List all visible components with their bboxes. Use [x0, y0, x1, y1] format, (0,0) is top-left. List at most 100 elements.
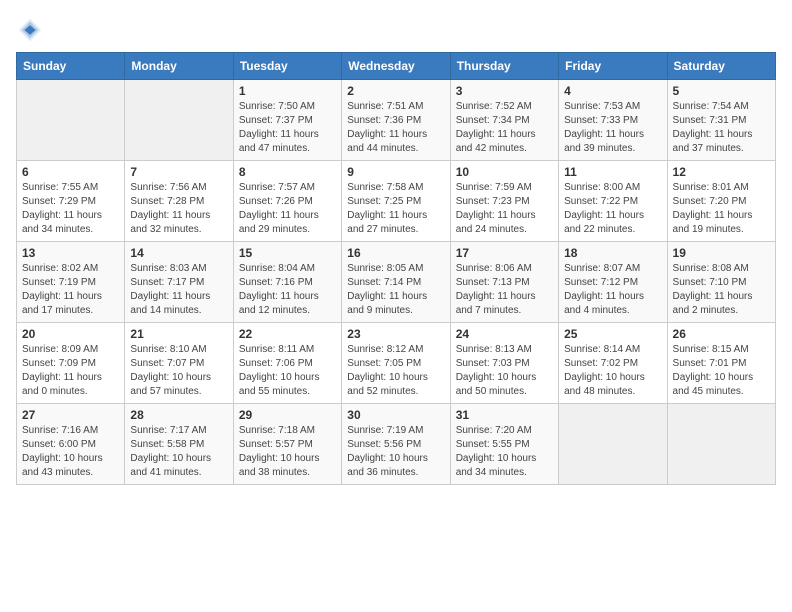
day-detail: Sunrise: 8:04 AM Sunset: 7:16 PM Dayligh…: [239, 262, 336, 318]
calendar-table: SundayMondayTuesdayWednesdayThursdayFrid…: [16, 52, 776, 485]
calendar-cell: 17 Sunrise: 8:06 AM Sunset: 7:13 PM Dayli…: [450, 242, 558, 323]
day-header-monday: Monday: [125, 53, 233, 80]
day-detail: Sunrise: 8:11 AM Sunset: 7:06 PM Dayligh…: [239, 343, 336, 399]
calendar-cell: 31 Sunrise: 7:20 AM Sunset: 5:55 PM Dayli…: [450, 404, 558, 485]
calendar-week-1: 1 Sunrise: 7:50 AM Sunset: 7:37 PM Daylig…: [17, 80, 776, 161]
day-detail: Sunrise: 7:19 AM Sunset: 5:56 PM Dayligh…: [347, 424, 444, 480]
calendar-cell: 3 Sunrise: 7:52 AM Sunset: 7:34 PM Daylig…: [450, 80, 558, 161]
logo: [16, 16, 48, 44]
calendar-cell: 13Sunrise: 8:02 AM Sunset: 7:19 PM Dayli…: [17, 242, 125, 323]
calendar-cell: 4Sunrise: 7:53 AM Sunset: 7:33 PM Daylig…: [559, 80, 667, 161]
day-number: 30: [347, 408, 444, 422]
calendar-cell: 18 Sunrise: 8:07 AM Sunset: 7:12 PM Dayli…: [559, 242, 667, 323]
day-detail: Sunrise: 8:06 AM Sunset: 7:13 PM Dayligh…: [456, 262, 553, 318]
calendar-cell: 12Sunrise: 8:01 AM Sunset: 7:20 PM Dayli…: [667, 161, 775, 242]
day-number: 1: [239, 84, 336, 98]
day-number: 29: [239, 408, 336, 422]
day-number: 25: [564, 327, 661, 341]
day-number: 23: [347, 327, 444, 341]
day-detail: Sunrise: 7:59 AM Sunset: 7:23 PM Dayligh…: [456, 181, 553, 237]
day-number: 31: [456, 408, 553, 422]
day-number: 27: [22, 408, 119, 422]
day-header-sunday: Sunday: [17, 53, 125, 80]
calendar-cell: 6Sunrise: 7:55 AM Sunset: 7:29 PM Daylig…: [17, 161, 125, 242]
day-detail: Sunrise: 8:07 AM Sunset: 7:12 PM Dayligh…: [564, 262, 661, 318]
calendar-cell: 14Sunrise: 8:03 AM Sunset: 7:17 PM Dayli…: [125, 242, 233, 323]
calendar-cell: 28Sunrise: 7:17 AM Sunset: 5:58 PM Dayli…: [125, 404, 233, 485]
calendar-cell: [667, 404, 775, 485]
calendar-cell: 11 Sunrise: 8:00 AM Sunset: 7:22 PM Dayli…: [559, 161, 667, 242]
calendar-cell: 5Sunrise: 7:54 AM Sunset: 7:31 PM Daylig…: [667, 80, 775, 161]
calendar-cell: 20 Sunrise: 8:09 AM Sunset: 7:09 PM Dayli…: [17, 323, 125, 404]
day-number: 18: [564, 246, 661, 260]
day-number: 13: [22, 246, 119, 260]
day-number: 8: [239, 165, 336, 179]
calendar-week-4: 20 Sunrise: 8:09 AM Sunset: 7:09 PM Dayli…: [17, 323, 776, 404]
day-detail: Sunrise: 7:51 AM Sunset: 7:36 PM Dayligh…: [347, 100, 444, 156]
day-header-wednesday: Wednesday: [342, 53, 450, 80]
day-detail: Sunrise: 8:08 AM Sunset: 7:10 PM Dayligh…: [673, 262, 770, 318]
day-number: 20: [22, 327, 119, 341]
day-detail: Sunrise: 8:09 AM Sunset: 7:09 PM Dayligh…: [22, 343, 119, 399]
calendar-cell: 15 Sunrise: 8:04 AM Sunset: 7:16 PM Dayli…: [233, 242, 341, 323]
day-detail: Sunrise: 7:53 AM Sunset: 7:33 PM Dayligh…: [564, 100, 661, 156]
day-detail: Sunrise: 7:20 AM Sunset: 5:55 PM Dayligh…: [456, 424, 553, 480]
calendar-cell: 1 Sunrise: 7:50 AM Sunset: 7:37 PM Daylig…: [233, 80, 341, 161]
day-detail: Sunrise: 7:18 AM Sunset: 5:57 PM Dayligh…: [239, 424, 336, 480]
calendar-cell: [17, 80, 125, 161]
calendar-cell: 16 Sunrise: 8:05 AM Sunset: 7:14 PM Dayli…: [342, 242, 450, 323]
day-number: 6: [22, 165, 119, 179]
day-number: 22: [239, 327, 336, 341]
calendar-cell: 29 Sunrise: 7:18 AM Sunset: 5:57 PM Dayli…: [233, 404, 341, 485]
day-number: 19: [673, 246, 770, 260]
day-number: 14: [130, 246, 227, 260]
day-header-saturday: Saturday: [667, 53, 775, 80]
day-detail: Sunrise: 8:00 AM Sunset: 7:22 PM Dayligh…: [564, 181, 661, 237]
day-number: 16: [347, 246, 444, 260]
calendar-cell: 25Sunrise: 8:14 AM Sunset: 7:02 PM Dayli…: [559, 323, 667, 404]
calendar-cell: 10 Sunrise: 7:59 AM Sunset: 7:23 PM Dayli…: [450, 161, 558, 242]
day-detail: Sunrise: 7:17 AM Sunset: 5:58 PM Dayligh…: [130, 424, 227, 480]
day-number: 3: [456, 84, 553, 98]
day-number: 15: [239, 246, 336, 260]
calendar-cell: 27 Sunrise: 7:16 AM Sunset: 6:00 PM Dayli…: [17, 404, 125, 485]
calendar-cell: 26Sunrise: 8:15 AM Sunset: 7:01 PM Dayli…: [667, 323, 775, 404]
day-detail: Sunrise: 8:05 AM Sunset: 7:14 PM Dayligh…: [347, 262, 444, 318]
day-detail: Sunrise: 7:56 AM Sunset: 7:28 PM Dayligh…: [130, 181, 227, 237]
calendar-cell: 22 Sunrise: 8:11 AM Sunset: 7:06 PM Dayli…: [233, 323, 341, 404]
calendar-week-2: 6Sunrise: 7:55 AM Sunset: 7:29 PM Daylig…: [17, 161, 776, 242]
day-number: 2: [347, 84, 444, 98]
calendar-cell: 24 Sunrise: 8:13 AM Sunset: 7:03 PM Dayli…: [450, 323, 558, 404]
day-detail: Sunrise: 7:54 AM Sunset: 7:31 PM Dayligh…: [673, 100, 770, 156]
day-detail: Sunrise: 7:58 AM Sunset: 7:25 PM Dayligh…: [347, 181, 444, 237]
day-number: 17: [456, 246, 553, 260]
day-detail: Sunrise: 7:50 AM Sunset: 7:37 PM Dayligh…: [239, 100, 336, 156]
logo-icon: [16, 16, 44, 44]
calendar-cell: 8 Sunrise: 7:57 AM Sunset: 7:26 PM Daylig…: [233, 161, 341, 242]
day-detail: Sunrise: 7:52 AM Sunset: 7:34 PM Dayligh…: [456, 100, 553, 156]
day-detail: Sunrise: 8:13 AM Sunset: 7:03 PM Dayligh…: [456, 343, 553, 399]
calendar-week-3: 13Sunrise: 8:02 AM Sunset: 7:19 PM Dayli…: [17, 242, 776, 323]
day-number: 11: [564, 165, 661, 179]
calendar-cell: 23 Sunrise: 8:12 AM Sunset: 7:05 PM Dayli…: [342, 323, 450, 404]
day-number: 12: [673, 165, 770, 179]
day-detail: Sunrise: 8:12 AM Sunset: 7:05 PM Dayligh…: [347, 343, 444, 399]
calendar-cell: 2 Sunrise: 7:51 AM Sunset: 7:36 PM Daylig…: [342, 80, 450, 161]
day-number: 21: [130, 327, 227, 341]
day-detail: Sunrise: 8:10 AM Sunset: 7:07 PM Dayligh…: [130, 343, 227, 399]
calendar-cell: 9 Sunrise: 7:58 AM Sunset: 7:25 PM Daylig…: [342, 161, 450, 242]
calendar-cell: [559, 404, 667, 485]
day-header-tuesday: Tuesday: [233, 53, 341, 80]
day-detail: Sunrise: 7:16 AM Sunset: 6:00 PM Dayligh…: [22, 424, 119, 480]
day-number: 7: [130, 165, 227, 179]
calendar-cell: 7 Sunrise: 7:56 AM Sunset: 7:28 PM Daylig…: [125, 161, 233, 242]
day-number: 24: [456, 327, 553, 341]
day-header-thursday: Thursday: [450, 53, 558, 80]
day-number: 26: [673, 327, 770, 341]
day-detail: Sunrise: 7:57 AM Sunset: 7:26 PM Dayligh…: [239, 181, 336, 237]
day-header-friday: Friday: [559, 53, 667, 80]
calendar-cell: 30 Sunrise: 7:19 AM Sunset: 5:56 PM Dayli…: [342, 404, 450, 485]
calendar-cell: 19 Sunrise: 8:08 AM Sunset: 7:10 PM Dayli…: [667, 242, 775, 323]
day-number: 9: [347, 165, 444, 179]
day-number: 10: [456, 165, 553, 179]
